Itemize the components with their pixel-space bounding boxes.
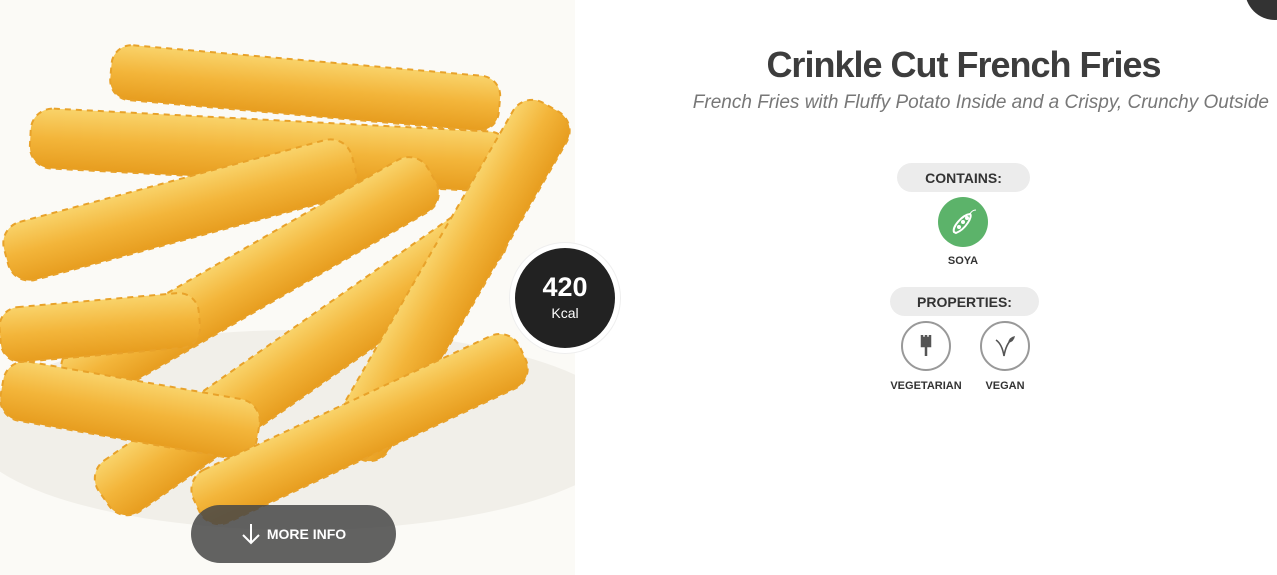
product-image <box>0 0 575 575</box>
corner-button[interactable] <box>1245 0 1277 20</box>
more-info-label: MORE INFO <box>266 526 347 542</box>
product-title: Crinkle Cut French Fries <box>766 44 1161 85</box>
arrow-down-icon <box>242 524 260 545</box>
calorie-unit: Kcal <box>551 305 579 321</box>
vegetarian-fork-icon <box>901 321 951 371</box>
calorie-badge: 420 Kcal <box>510 243 620 353</box>
calorie-value: 420 <box>542 272 588 302</box>
contains-heading: CONTAINS: <box>897 163 1030 192</box>
product-subtitle: French Fries with Fluffy Potato Inside a… <box>692 92 1269 113</box>
vegetarian-label: VEGETARIAN <box>890 380 962 392</box>
soya-label: SOYA <box>947 255 979 267</box>
properties-heading: PROPERTIES: <box>890 287 1039 316</box>
soya-icon <box>938 197 988 247</box>
vegan-leaf-icon <box>980 321 1030 371</box>
more-info-button[interactable]: MORE INFO <box>191 505 396 563</box>
vegan-label: VEGAN <box>985 380 1025 392</box>
